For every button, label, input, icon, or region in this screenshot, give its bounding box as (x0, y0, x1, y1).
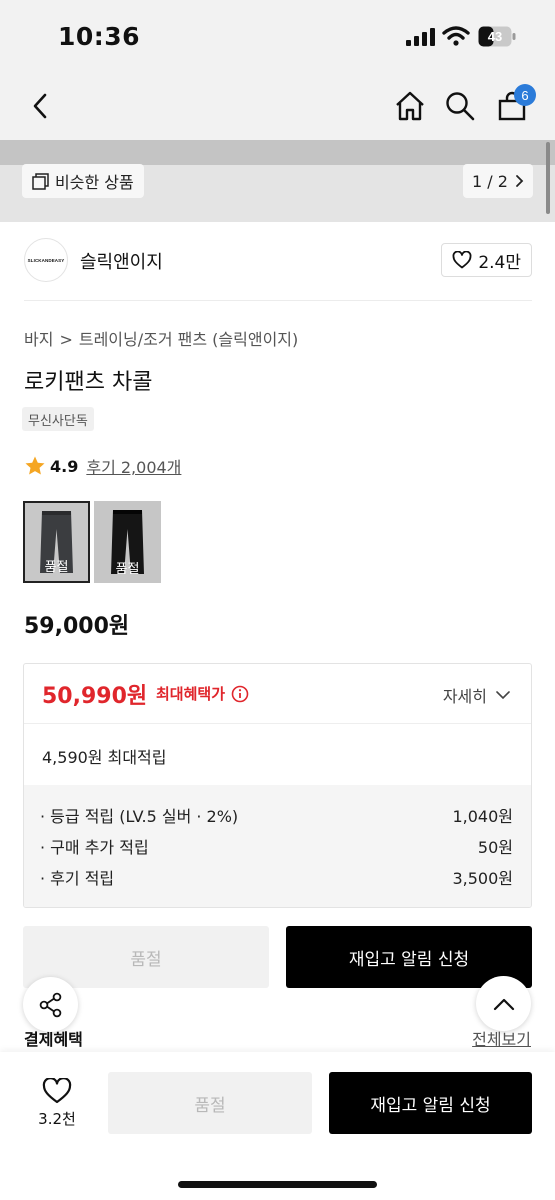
breadcrumb-item-subcategory[interactable]: 트레이닝/조거 팬츠 (슬릭앤이지) (79, 330, 298, 349)
heart-icon (42, 1077, 72, 1103)
soldout-label: 품절 (44, 560, 69, 575)
battery-icon: 43 (478, 26, 516, 47)
brand-like-button[interactable]: 2.4만 (441, 243, 532, 277)
max-benefit-price: 50,990원 (42, 684, 148, 709)
wishlist-button[interactable]: 3.2천 (22, 1072, 92, 1134)
benefit-detail-button[interactable]: 자세히 (443, 683, 511, 707)
review-count-link[interactable]: 후기 2,004개 (86, 454, 181, 478)
cart-button[interactable]: 6 (492, 84, 536, 126)
breadcrumb-item-category[interactable]: 바지 (24, 330, 53, 349)
color-option-charcoal[interactable]: 품절 (23, 501, 90, 583)
points-label: · 후기 적립 (40, 869, 115, 888)
points-row-purchase: · 구매 추가 적립 50원 (24, 834, 531, 865)
max-benefit-label-text: 최대혜택가 (156, 685, 226, 703)
search-icon (446, 92, 475, 121)
similar-products-label: 비슷한 상품 (55, 173, 134, 192)
chevron-right-icon (516, 175, 524, 187)
divider (24, 300, 532, 301)
points-value: 3,500원 (452, 869, 513, 888)
status-bar: 10:36 43 (0, 0, 555, 70)
benefit-box: 50,990원 최대혜택가 자세히 4,590원 최대적립 · 등급 적립 (L… (23, 663, 532, 908)
brand-logo-text: SLICKANDEASY (27, 257, 65, 263)
benefit-header: 50,990원 최대혜택가 자세히 (24, 664, 531, 724)
product-image-gallery[interactable]: 비슷한 상품 1 / 2 (0, 140, 555, 222)
wishlist-count: 3.2천 (38, 1109, 76, 1128)
cellular-signal-icon (406, 28, 435, 46)
share-button[interactable] (23, 977, 78, 1032)
benefit-detail-label: 자세히 (442, 687, 487, 706)
nav-bar: 6 (0, 70, 555, 140)
chevron-up-icon (493, 998, 514, 1010)
back-button[interactable] (20, 86, 60, 126)
points-value: 50원 (477, 838, 513, 857)
max-benefit-label: 최대혜택가 (156, 683, 249, 704)
bottom-action-bar: 3.2천 품절 재입고 알림 신청 (0, 1052, 555, 1200)
brand-like-count: 2.4만 (478, 252, 521, 273)
restock-alert-button[interactable]: 재입고 알림 신청 (329, 1072, 532, 1134)
image-page-label: 1 / 2 (472, 171, 508, 191)
battery-level: 43 (487, 29, 503, 44)
share-icon (39, 992, 61, 1017)
similar-items-icon (32, 172, 49, 190)
brand-logo[interactable]: SLICKANDEASY (24, 238, 68, 282)
original-price: 59,000원 (24, 614, 130, 639)
scroll-to-top-button[interactable] (476, 976, 531, 1031)
similar-products-button[interactable]: 비슷한 상품 (22, 164, 144, 198)
heart-icon (452, 251, 472, 269)
points-label: · 등급 적립 (LV.5 실버 · 2%) (40, 807, 239, 826)
points-breakdown: · 등급 적립 (LV.5 실버 · 2%) 1,040원 · 구매 추가 적립 5… (24, 785, 531, 907)
soldout-button[interactable]: 품절 (108, 1072, 312, 1134)
points-value: 1,040원 (452, 807, 513, 826)
cart-count-badge: 6 (514, 84, 536, 106)
max-points: 4,590원 최대적립 (42, 748, 167, 767)
product-title: 로키팬츠 차콜 (24, 370, 153, 395)
soldout-label: 품절 (115, 562, 140, 577)
brand-name[interactable]: 슬릭앤이지 (80, 248, 163, 274)
wifi-icon (442, 26, 470, 46)
home-icon (396, 91, 424, 121)
home-button[interactable] (390, 86, 430, 126)
rating-row: 4.9 후기 2,004개 (24, 454, 181, 478)
exclusive-badge: 무신사단독 (22, 407, 94, 431)
home-indicator[interactable] (178, 1181, 377, 1188)
chevron-down-icon (496, 691, 510, 700)
scroll-indicator (546, 142, 550, 214)
rating-value: 4.9 (50, 456, 79, 476)
breadcrumb-separator: > (59, 330, 73, 349)
points-row-review: · 후기 적립 3,500원 (24, 865, 531, 896)
points-row-grade: · 등급 적립 (LV.5 실버 · 2%) 1,040원 (24, 803, 531, 834)
status-time: 10:36 (58, 22, 141, 51)
brand-row: SLICKANDEASY 슬릭앤이지 2.4만 (24, 238, 532, 286)
color-option-black[interactable]: 품절 (94, 501, 161, 583)
breadcrumb: 바지 > 트레이닝/조거 팬츠 (슬릭앤이지) (24, 326, 298, 350)
info-icon[interactable] (231, 685, 249, 703)
image-page-indicator[interactable]: 1 / 2 (463, 164, 533, 198)
star-icon (25, 456, 45, 475)
points-label: · 구매 추가 적립 (40, 838, 149, 857)
chevron-left-icon (33, 93, 47, 119)
search-button[interactable] (440, 86, 480, 126)
